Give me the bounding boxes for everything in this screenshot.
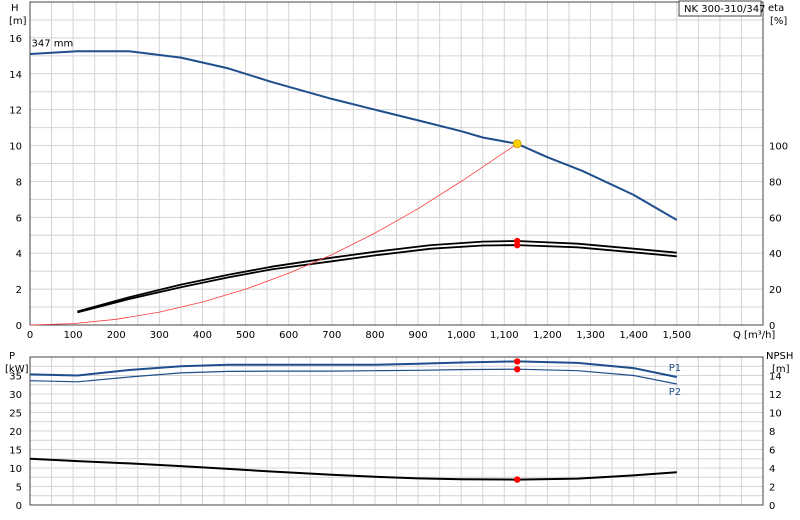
x-tick-label: 1,400 (619, 330, 648, 341)
x-tick-label: 1,200 (533, 330, 562, 341)
x-tick-label: 1,500 (662, 330, 691, 341)
left-y-tick-label: 25 (9, 409, 22, 420)
right-y-tick-label: 2 (769, 483, 775, 494)
npsh-axis-label: NPSH (766, 351, 793, 362)
left-y-tick-label: 16 (9, 34, 22, 45)
x-tick-label: 900 (409, 330, 428, 341)
left-y-tick-label: 15 (9, 446, 22, 457)
left-y-tick-label: 4 (16, 249, 22, 260)
x-tick-label: 800 (365, 330, 384, 341)
pump-curve-chart: 0 100 200 300 400 500 600 700 800 900 1,000 1,100 1,… (5, 0, 793, 512)
operating-point-efficiency-lower (514, 241, 521, 249)
left-y-tick-label: 14 (9, 70, 22, 81)
operating-point-p2 (514, 366, 521, 373)
x-tick-label: 1,100 (490, 330, 519, 341)
left-y-tick-label: 30 (9, 390, 22, 401)
left-axis-unit: [m] (9, 16, 27, 27)
left-y-tick-label: 8 (16, 177, 22, 188)
right-y-tick-label: 8 (769, 427, 775, 438)
right-y-tick-label: 20 (769, 285, 782, 296)
chart-title: NK 300-310/347 (684, 4, 765, 15)
left-y-tick-label: 2 (16, 285, 22, 296)
right-y-tick-label: 80 (769, 177, 782, 188)
left-axis-label: H (11, 3, 19, 14)
x-tick-label: 1,000 (447, 330, 476, 341)
left-y-tick-label: 6 (16, 213, 22, 224)
x-tick-label: 1,300 (576, 330, 605, 341)
x-tick-label: 100 (64, 330, 83, 341)
operating-point-p1 (514, 358, 521, 365)
left-y-tick-label: 12 (9, 106, 22, 117)
right-y-tick-label: 0 (769, 501, 775, 512)
right-y-tick-label: 40 (769, 249, 782, 260)
right-y-tick-label: 10 (769, 409, 782, 420)
left-y-tick-label: 20 (9, 427, 22, 438)
right-y-tick-label: 4 (769, 464, 775, 475)
system-curve-curve (29, 143, 518, 326)
x-tick-label: 600 (279, 330, 298, 341)
right-y-tick-label: 12 (769, 390, 782, 401)
left-y-tick-label: 0 (16, 501, 22, 512)
x-axis-label: Q [m³/h] (733, 330, 775, 341)
right-y-tick-label: 60 (769, 213, 782, 224)
x-tick-label: 500 (236, 330, 255, 341)
operating-point-head (512, 139, 522, 149)
left-y-tick-label: 0 (16, 321, 22, 332)
efficiency-lower-curve (77, 244, 677, 314)
right-y-tick-label: 100 (769, 142, 788, 153)
power-axis-label: P (9, 351, 15, 362)
right-axis-unit: [%] (770, 16, 787, 27)
left-y-tick-label: 10 (9, 142, 22, 153)
left-y-tick-label: 5 (16, 483, 22, 494)
series-label-p1: P1 (669, 363, 681, 374)
operating-point-npsh (514, 476, 521, 483)
right-axis-label: eta (768, 3, 784, 14)
impeller-diameter-annotation: 347 mm (31, 38, 73, 49)
x-tick-label: 0 (27, 330, 33, 341)
right-y-tick-label: 6 (769, 446, 775, 457)
power-axis-unit: [kW] (5, 364, 29, 375)
x-tick-label: 400 (193, 330, 212, 341)
x-tick-label: 700 (322, 330, 341, 341)
x-tick-label: 200 (107, 330, 126, 341)
npsh-axis-unit: [m] (772, 364, 790, 375)
efficiency-upper-curve (77, 240, 677, 313)
left-y-tick-label: 10 (9, 464, 22, 475)
series-label-p2: P2 (669, 387, 681, 398)
x-tick-label: 300 (150, 330, 169, 341)
